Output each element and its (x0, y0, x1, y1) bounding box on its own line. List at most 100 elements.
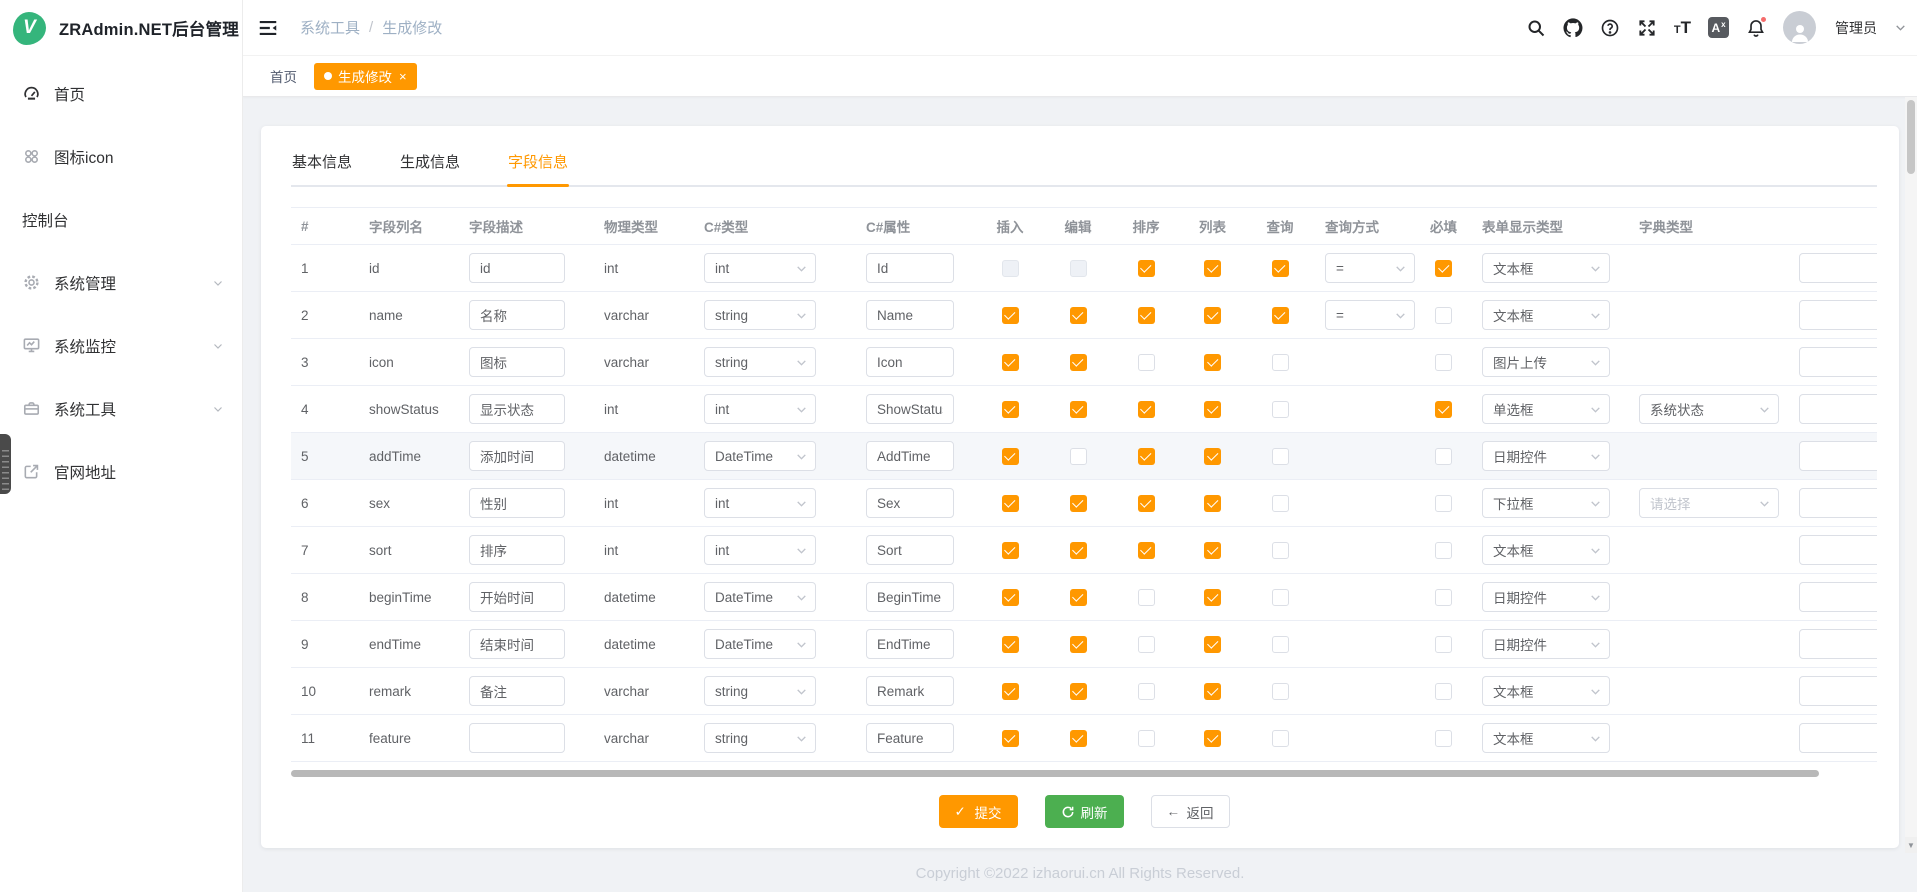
field-description-input[interactable] (469, 441, 565, 471)
insert-checkbox[interactable] (1002, 636, 1019, 653)
sidebar-collapse-icon[interactable] (257, 17, 282, 39)
edit-checkbox[interactable] (1070, 495, 1087, 512)
sort-checkbox[interactable] (1138, 542, 1155, 559)
query-checkbox[interactable] (1272, 589, 1289, 606)
edit-checkbox[interactable] (1070, 401, 1087, 418)
sort-checkbox[interactable] (1138, 354, 1155, 371)
display-type-select[interactable]: 图片上传 (1482, 347, 1610, 377)
extra-input[interactable] (1799, 582, 1877, 612)
github-icon[interactable] (1563, 18, 1583, 38)
list-checkbox[interactable] (1204, 636, 1221, 653)
logo[interactable]: V ZRAdmin.NET后台管理 (0, 0, 242, 56)
insert-checkbox[interactable] (1002, 260, 1019, 277)
sort-checkbox[interactable] (1138, 730, 1155, 747)
submit-button[interactable]: ✓ 提交 (939, 795, 1018, 828)
list-checkbox[interactable] (1204, 542, 1221, 559)
display-type-select[interactable]: 文本框 (1482, 535, 1610, 565)
sort-checkbox[interactable] (1138, 589, 1155, 606)
list-checkbox[interactable] (1204, 730, 1221, 747)
list-checkbox[interactable] (1204, 354, 1221, 371)
edit-checkbox[interactable] (1070, 354, 1087, 371)
font-size-icon[interactable]: TT (1674, 18, 1691, 38)
refresh-button[interactable]: 刷新 (1045, 795, 1124, 828)
csharp-type-select[interactable]: string (704, 723, 816, 753)
display-type-select[interactable]: 日期控件 (1482, 582, 1610, 612)
csharp-property-input[interactable] (866, 723, 954, 753)
extra-input[interactable] (1799, 300, 1877, 330)
display-type-select[interactable]: 单选框 (1482, 394, 1610, 424)
query-checkbox[interactable] (1272, 448, 1289, 465)
extra-input[interactable] (1799, 347, 1877, 377)
sort-checkbox[interactable] (1138, 307, 1155, 324)
tag-close-icon[interactable]: × (399, 69, 407, 84)
sort-checkbox[interactable] (1138, 260, 1155, 277)
sidebar-item-home[interactable]: 首页 (0, 62, 242, 125)
field-description-input[interactable] (469, 347, 565, 377)
field-description-input[interactable] (469, 582, 565, 612)
scrollbar-thumb[interactable] (1907, 100, 1915, 174)
back-button[interactable]: ← 返回 (1151, 795, 1230, 828)
sort-checkbox[interactable] (1138, 636, 1155, 653)
sidebar-item-system-monitor[interactable]: 系统监控 (0, 314, 242, 377)
help-icon[interactable] (1600, 18, 1620, 38)
csharp-property-input[interactable] (866, 582, 954, 612)
extra-input[interactable] (1799, 394, 1877, 424)
required-checkbox[interactable] (1435, 448, 1452, 465)
edit-checkbox[interactable] (1070, 589, 1087, 606)
edit-checkbox[interactable] (1070, 636, 1087, 653)
insert-checkbox[interactable] (1002, 401, 1019, 418)
display-type-select[interactable]: 文本框 (1482, 300, 1610, 330)
sidebar-item-system-management[interactable]: 系统管理 (0, 251, 242, 314)
sort-checkbox[interactable] (1138, 448, 1155, 465)
display-type-select[interactable]: 文本框 (1482, 723, 1610, 753)
notification-bell-icon[interactable] (1746, 18, 1766, 38)
tab-field-info[interactable]: 字段信息 (507, 140, 569, 185)
extra-input[interactable] (1799, 441, 1877, 471)
csharp-property-input[interactable] (866, 488, 954, 518)
field-description-input[interactable] (469, 535, 565, 565)
translate-icon[interactable]: Ax (1708, 17, 1729, 38)
query-mode-select[interactable]: = (1325, 253, 1415, 283)
csharp-property-input[interactable] (866, 394, 954, 424)
query-checkbox[interactable] (1272, 260, 1289, 277)
tab-gen-info[interactable]: 生成信息 (399, 140, 461, 185)
csharp-property-input[interactable] (866, 629, 954, 659)
required-checkbox[interactable] (1435, 307, 1452, 324)
sort-checkbox[interactable] (1138, 683, 1155, 700)
sidebar-item-icons[interactable]: 图标icon (0, 125, 242, 188)
csharp-type-select[interactable]: string (704, 300, 816, 330)
list-checkbox[interactable] (1204, 589, 1221, 606)
csharp-type-select[interactable]: string (704, 676, 816, 706)
edit-checkbox[interactable] (1070, 307, 1087, 324)
csharp-type-select[interactable]: DateTime (704, 629, 816, 659)
extra-input[interactable] (1799, 535, 1877, 565)
insert-checkbox[interactable] (1002, 542, 1019, 559)
edit-checkbox[interactable] (1070, 542, 1087, 559)
csharp-type-select[interactable]: int (704, 488, 816, 518)
query-checkbox[interactable] (1272, 495, 1289, 512)
list-checkbox[interactable] (1204, 401, 1221, 418)
csharp-property-input[interactable] (866, 347, 954, 377)
settings-drawer-handle[interactable] (0, 434, 11, 494)
field-description-input[interactable] (469, 300, 565, 330)
scroll-down-arrow-icon[interactable]: ▼ (1905, 837, 1917, 853)
edit-checkbox[interactable] (1070, 260, 1087, 277)
tab-basic-info[interactable]: 基本信息 (291, 140, 353, 185)
field-description-input[interactable] (469, 629, 565, 659)
display-type-select[interactable]: 文本框 (1482, 676, 1610, 706)
avatar[interactable] (1783, 11, 1816, 44)
extra-input[interactable] (1799, 488, 1877, 518)
edit-checkbox[interactable] (1070, 683, 1087, 700)
query-checkbox[interactable] (1272, 401, 1289, 418)
fullscreen-icon[interactable] (1637, 18, 1657, 38)
csharp-property-input[interactable] (866, 676, 954, 706)
insert-checkbox[interactable] (1002, 589, 1019, 606)
required-checkbox[interactable] (1435, 495, 1452, 512)
field-description-input[interactable] (469, 488, 565, 518)
sort-checkbox[interactable] (1138, 401, 1155, 418)
list-checkbox[interactable] (1204, 307, 1221, 324)
query-checkbox[interactable] (1272, 730, 1289, 747)
field-description-input[interactable] (469, 394, 565, 424)
required-checkbox[interactable] (1435, 542, 1452, 559)
insert-checkbox[interactable] (1002, 307, 1019, 324)
